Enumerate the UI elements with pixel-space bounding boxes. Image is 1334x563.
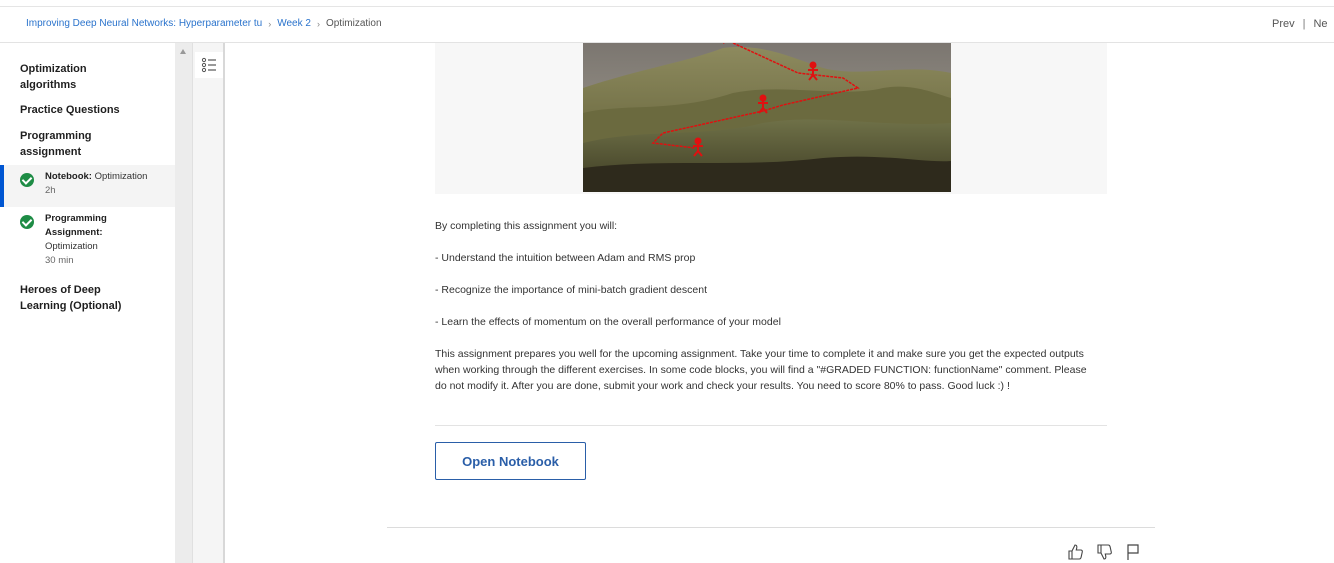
breadcrumb-course-link[interactable]: Improving Deep Neural Networks: Hyperpar…: [26, 18, 262, 29]
check-circle-icon: [20, 173, 34, 187]
next-link[interactable]: Ne: [1313, 18, 1327, 30]
open-notebook-button[interactable]: Open Notebook: [435, 442, 586, 480]
table-of-contents-button[interactable]: [195, 52, 223, 78]
prev-link[interactable]: Prev: [1272, 18, 1295, 30]
sidebar-scrollbar[interactable]: [175, 43, 192, 563]
footer-divider: [387, 527, 1155, 528]
sidebar-item-label: Programming Assignment: Optimization 30 …: [45, 212, 135, 268]
nav-divider: |: [1302, 18, 1306, 30]
sidebar-item-label: Notebook: Optimization 2h: [45, 170, 170, 198]
sidebar-item-programming-assignment[interactable]: Programming Assignment: Optimization 30 …: [0, 207, 175, 273]
item-title: Optimization: [94, 171, 148, 182]
sidebar-section-optimization-algorithms[interactable]: Optimization algorithms: [20, 61, 140, 93]
mountain-landscape-image: [583, 43, 951, 192]
item-type: Programming Assignment:: [45, 213, 107, 238]
breadcrumb-current: Optimization: [325, 18, 382, 29]
chevron-right-icon: ›: [268, 18, 272, 29]
bullet-item: - Recognize the importance of mini-batch…: [435, 284, 707, 296]
intro-text: By completing this assignment you will:: [435, 220, 618, 232]
sidebar-section-programming-assignment[interactable]: Programming assignment: [20, 128, 130, 160]
assignment-image-container: [435, 43, 1107, 194]
breadcrumb: Improving Deep Neural Networks: Hyperpar…: [26, 18, 382, 29]
flag-icon[interactable]: [1124, 543, 1142, 561]
breadcrumb-week-link[interactable]: Week 2: [277, 18, 311, 29]
toc-panel: [192, 43, 225, 563]
sidebar-section-heroes[interactable]: Heroes of Deep Learning (Optional): [20, 282, 150, 314]
item-type: Notebook:: [45, 171, 92, 182]
sidebar-item-notebook-optimization[interactable]: Notebook: Optimization 2h: [0, 165, 175, 207]
list-icon: [201, 57, 216, 73]
top-border: [0, 6, 1334, 7]
sidebar-section-practice-questions[interactable]: Practice Questions: [20, 102, 160, 118]
item-title: Optimization: [45, 241, 98, 252]
chevron-right-icon: ›: [316, 18, 320, 29]
thumbs-up-icon[interactable]: [1067, 543, 1085, 561]
sidebar: Optimization algorithms Practice Questio…: [0, 43, 175, 563]
instructions-paragraph: This assignment prepares you well for th…: [435, 348, 1087, 392]
scroll-up-arrow-icon[interactable]: [180, 49, 186, 54]
bullet-item: - Understand the intuition between Adam …: [435, 252, 696, 264]
content-divider: [435, 425, 1107, 426]
bullet-item: - Learn the effects of momentum on the o…: [435, 316, 781, 328]
item-duration: 2h: [45, 185, 56, 196]
item-navigation: Prev | Ne: [1272, 18, 1328, 30]
thumbs-down-icon[interactable]: [1096, 543, 1114, 561]
item-duration: 30 min: [45, 255, 74, 266]
check-circle-icon: [20, 215, 34, 229]
